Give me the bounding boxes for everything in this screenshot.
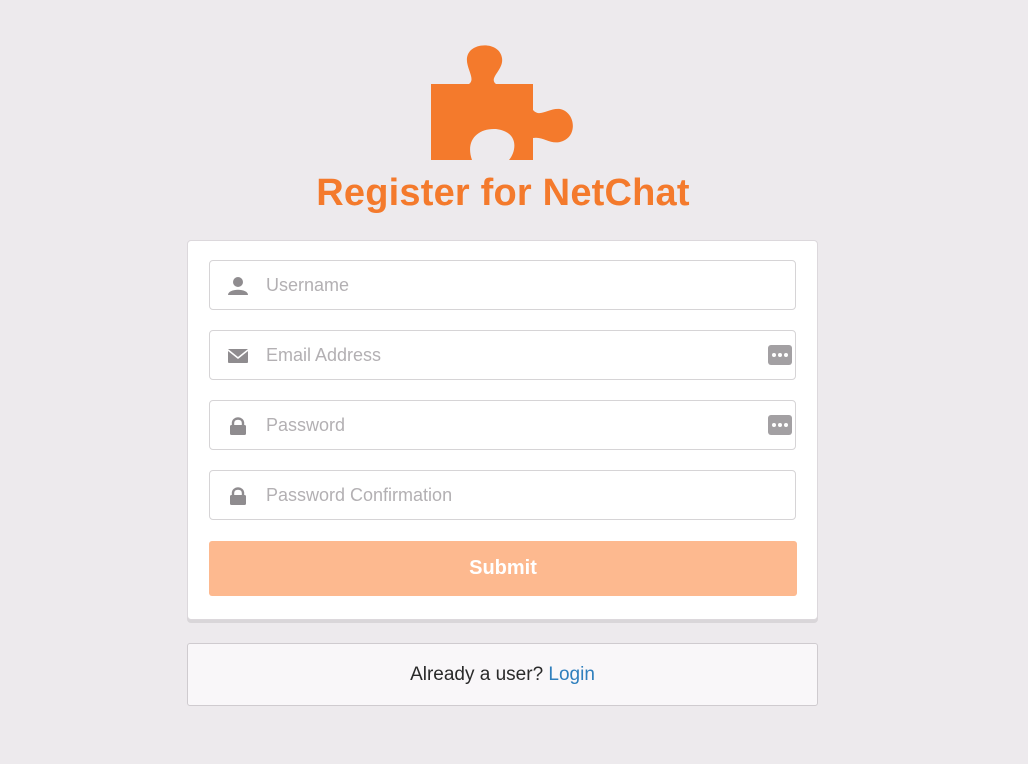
- lock-icon: [230, 487, 246, 505]
- email-input[interactable]: [266, 331, 756, 379]
- login-prompt-box: Already a user? Login: [187, 643, 818, 706]
- username-field[interactable]: [209, 260, 796, 310]
- username-input[interactable]: [266, 261, 756, 309]
- password-confirmation-field[interactable]: [209, 470, 796, 520]
- page-title: Register for NetChat: [316, 172, 690, 214]
- password-input[interactable]: [266, 401, 756, 449]
- password-field[interactable]: [209, 400, 796, 450]
- lock-icon: [230, 417, 246, 435]
- login-prompt-text: Already a user?: [410, 664, 544, 685]
- envelope-icon: [227, 349, 249, 363]
- registration-form: Submit: [187, 240, 818, 620]
- password-manager-icon[interactable]: [768, 345, 792, 365]
- password-confirmation-input[interactable]: [266, 471, 756, 519]
- submit-button[interactable]: Submit: [209, 541, 797, 596]
- email-field[interactable]: [209, 330, 796, 380]
- puzzle-piece-icon: [431, 45, 573, 160]
- password-manager-icon[interactable]: [768, 415, 792, 435]
- user-icon: [228, 277, 248, 295]
- login-link[interactable]: Login: [548, 664, 595, 685]
